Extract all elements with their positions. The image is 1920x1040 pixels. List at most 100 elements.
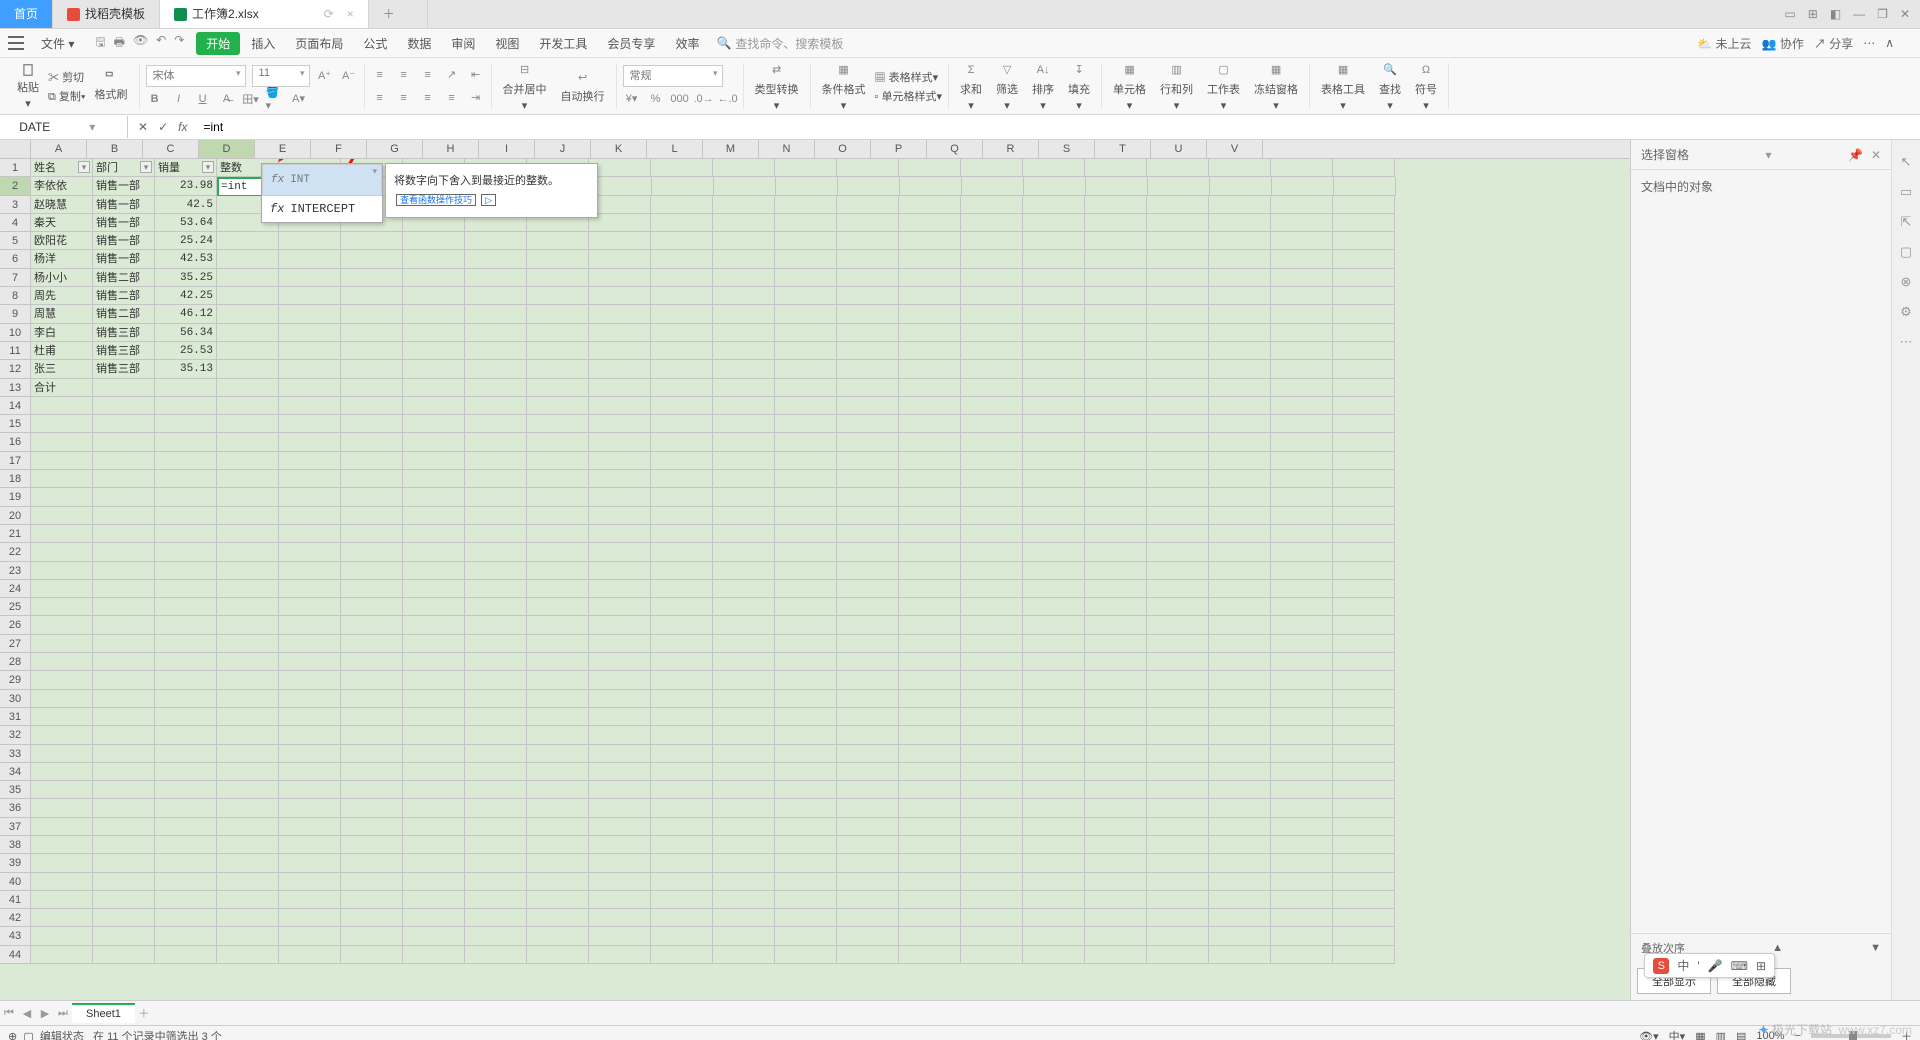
cell[interactable] <box>837 598 899 616</box>
justify-icon[interactable]: ≡ <box>443 89 461 107</box>
cell[interactable] <box>279 269 341 287</box>
align-center-icon[interactable]: ≡ <box>395 89 413 107</box>
cell[interactable] <box>961 543 1023 561</box>
cell[interactable] <box>403 873 465 891</box>
freeze-button[interactable]: ▦冻结窗格▾ <box>1249 61 1303 112</box>
cell[interactable] <box>403 250 465 268</box>
symbol-button[interactable]: Ω符号▾ <box>1410 61 1442 112</box>
cell[interactable] <box>775 708 837 726</box>
row-head[interactable]: 22 <box>0 543 31 561</box>
cell[interactable] <box>403 781 465 799</box>
cell[interactable] <box>1209 836 1271 854</box>
cell[interactable] <box>589 397 651 415</box>
grid-view-icon[interactable]: ▭ <box>1784 7 1795 21</box>
cell[interactable] <box>93 635 155 653</box>
cell[interactable] <box>1271 873 1333 891</box>
cell[interactable] <box>1209 305 1271 323</box>
paste-button[interactable]: 粘贴▾ <box>12 63 44 110</box>
cell[interactable]: 李白 <box>31 324 93 342</box>
cell[interactable] <box>1209 818 1271 836</box>
cell[interactable]: 销售三部 <box>93 324 155 342</box>
cell[interactable] <box>527 836 589 854</box>
cell[interactable]: 42.25 <box>155 287 217 305</box>
cell[interactable] <box>775 397 837 415</box>
cell[interactable] <box>1023 671 1085 689</box>
cell[interactable] <box>1271 433 1333 451</box>
cell[interactable] <box>713 305 775 323</box>
cell[interactable] <box>93 525 155 543</box>
align-right-icon[interactable]: ≡ <box>419 89 437 107</box>
cell[interactable] <box>713 232 775 250</box>
cell[interactable] <box>899 269 961 287</box>
cell[interactable] <box>1147 415 1209 433</box>
cell[interactable] <box>279 598 341 616</box>
cell[interactable] <box>1147 342 1209 360</box>
cell[interactable] <box>589 562 651 580</box>
cell[interactable] <box>1209 324 1271 342</box>
cell[interactable] <box>713 269 775 287</box>
cell[interactable] <box>1023 854 1085 872</box>
col-head-L[interactable]: L <box>647 140 703 158</box>
cell[interactable] <box>527 488 589 506</box>
cell[interactable]: 42.53 <box>155 250 217 268</box>
cell[interactable] <box>713 397 775 415</box>
cell[interactable] <box>899 598 961 616</box>
cell[interactable] <box>589 287 651 305</box>
cell[interactable] <box>961 415 1023 433</box>
cell[interactable] <box>155 745 217 763</box>
row-head[interactable]: 35 <box>0 781 31 799</box>
cell[interactable] <box>93 726 155 744</box>
cell[interactable] <box>775 452 837 470</box>
cell[interactable] <box>217 598 279 616</box>
cell[interactable] <box>775 690 837 708</box>
cell[interactable] <box>713 360 775 378</box>
cell[interactable] <box>961 196 1023 214</box>
cell[interactable] <box>527 671 589 689</box>
row-head[interactable]: 15 <box>0 415 31 433</box>
cell[interactable] <box>713 946 775 964</box>
cell[interactable] <box>1023 873 1085 891</box>
cell[interactable] <box>961 305 1023 323</box>
cell[interactable] <box>1085 269 1147 287</box>
cell[interactable] <box>93 653 155 671</box>
cell[interactable] <box>1085 470 1147 488</box>
cell[interactable] <box>713 250 775 268</box>
cell[interactable] <box>279 653 341 671</box>
fn-item-intercept[interactable]: fx INTERCEPT <box>262 196 382 222</box>
cell[interactable] <box>1271 214 1333 232</box>
cell[interactable] <box>775 671 837 689</box>
cell[interactable] <box>713 891 775 909</box>
cell[interactable] <box>899 635 961 653</box>
cell[interactable] <box>1209 287 1271 305</box>
cell[interactable] <box>403 891 465 909</box>
cell[interactable] <box>1209 269 1271 287</box>
cell[interactable] <box>837 543 899 561</box>
cell[interactable] <box>403 232 465 250</box>
cell[interactable] <box>1271 818 1333 836</box>
cell[interactable] <box>837 196 899 214</box>
cell[interactable] <box>1085 415 1147 433</box>
cell[interactable] <box>217 415 279 433</box>
cell[interactable] <box>900 177 962 195</box>
ts-shield-icon[interactable]: ⊗ <box>1901 274 1912 290</box>
ime-grid-icon[interactable]: ⊞ <box>1756 959 1766 973</box>
cell[interactable] <box>1023 653 1085 671</box>
cell[interactable] <box>1147 379 1209 397</box>
cell[interactable] <box>527 708 589 726</box>
cell[interactable] <box>1147 763 1209 781</box>
cloud-status[interactable]: ⛅ 未上云 <box>1697 35 1751 52</box>
cell[interactable] <box>341 269 403 287</box>
cell[interactable] <box>155 818 217 836</box>
cell[interactable] <box>527 635 589 653</box>
cell[interactable]: 赵晓慧 <box>31 196 93 214</box>
cell[interactable] <box>775 433 837 451</box>
row-head[interactable]: 25 <box>0 598 31 616</box>
cell[interactable] <box>217 305 279 323</box>
fill-button[interactable]: ↧填充▾ <box>1063 61 1095 112</box>
cell[interactable] <box>403 379 465 397</box>
cell[interactable] <box>651 580 713 598</box>
cell[interactable] <box>279 763 341 781</box>
cell[interactable] <box>899 250 961 268</box>
cell[interactable] <box>403 452 465 470</box>
cell[interactable] <box>279 635 341 653</box>
